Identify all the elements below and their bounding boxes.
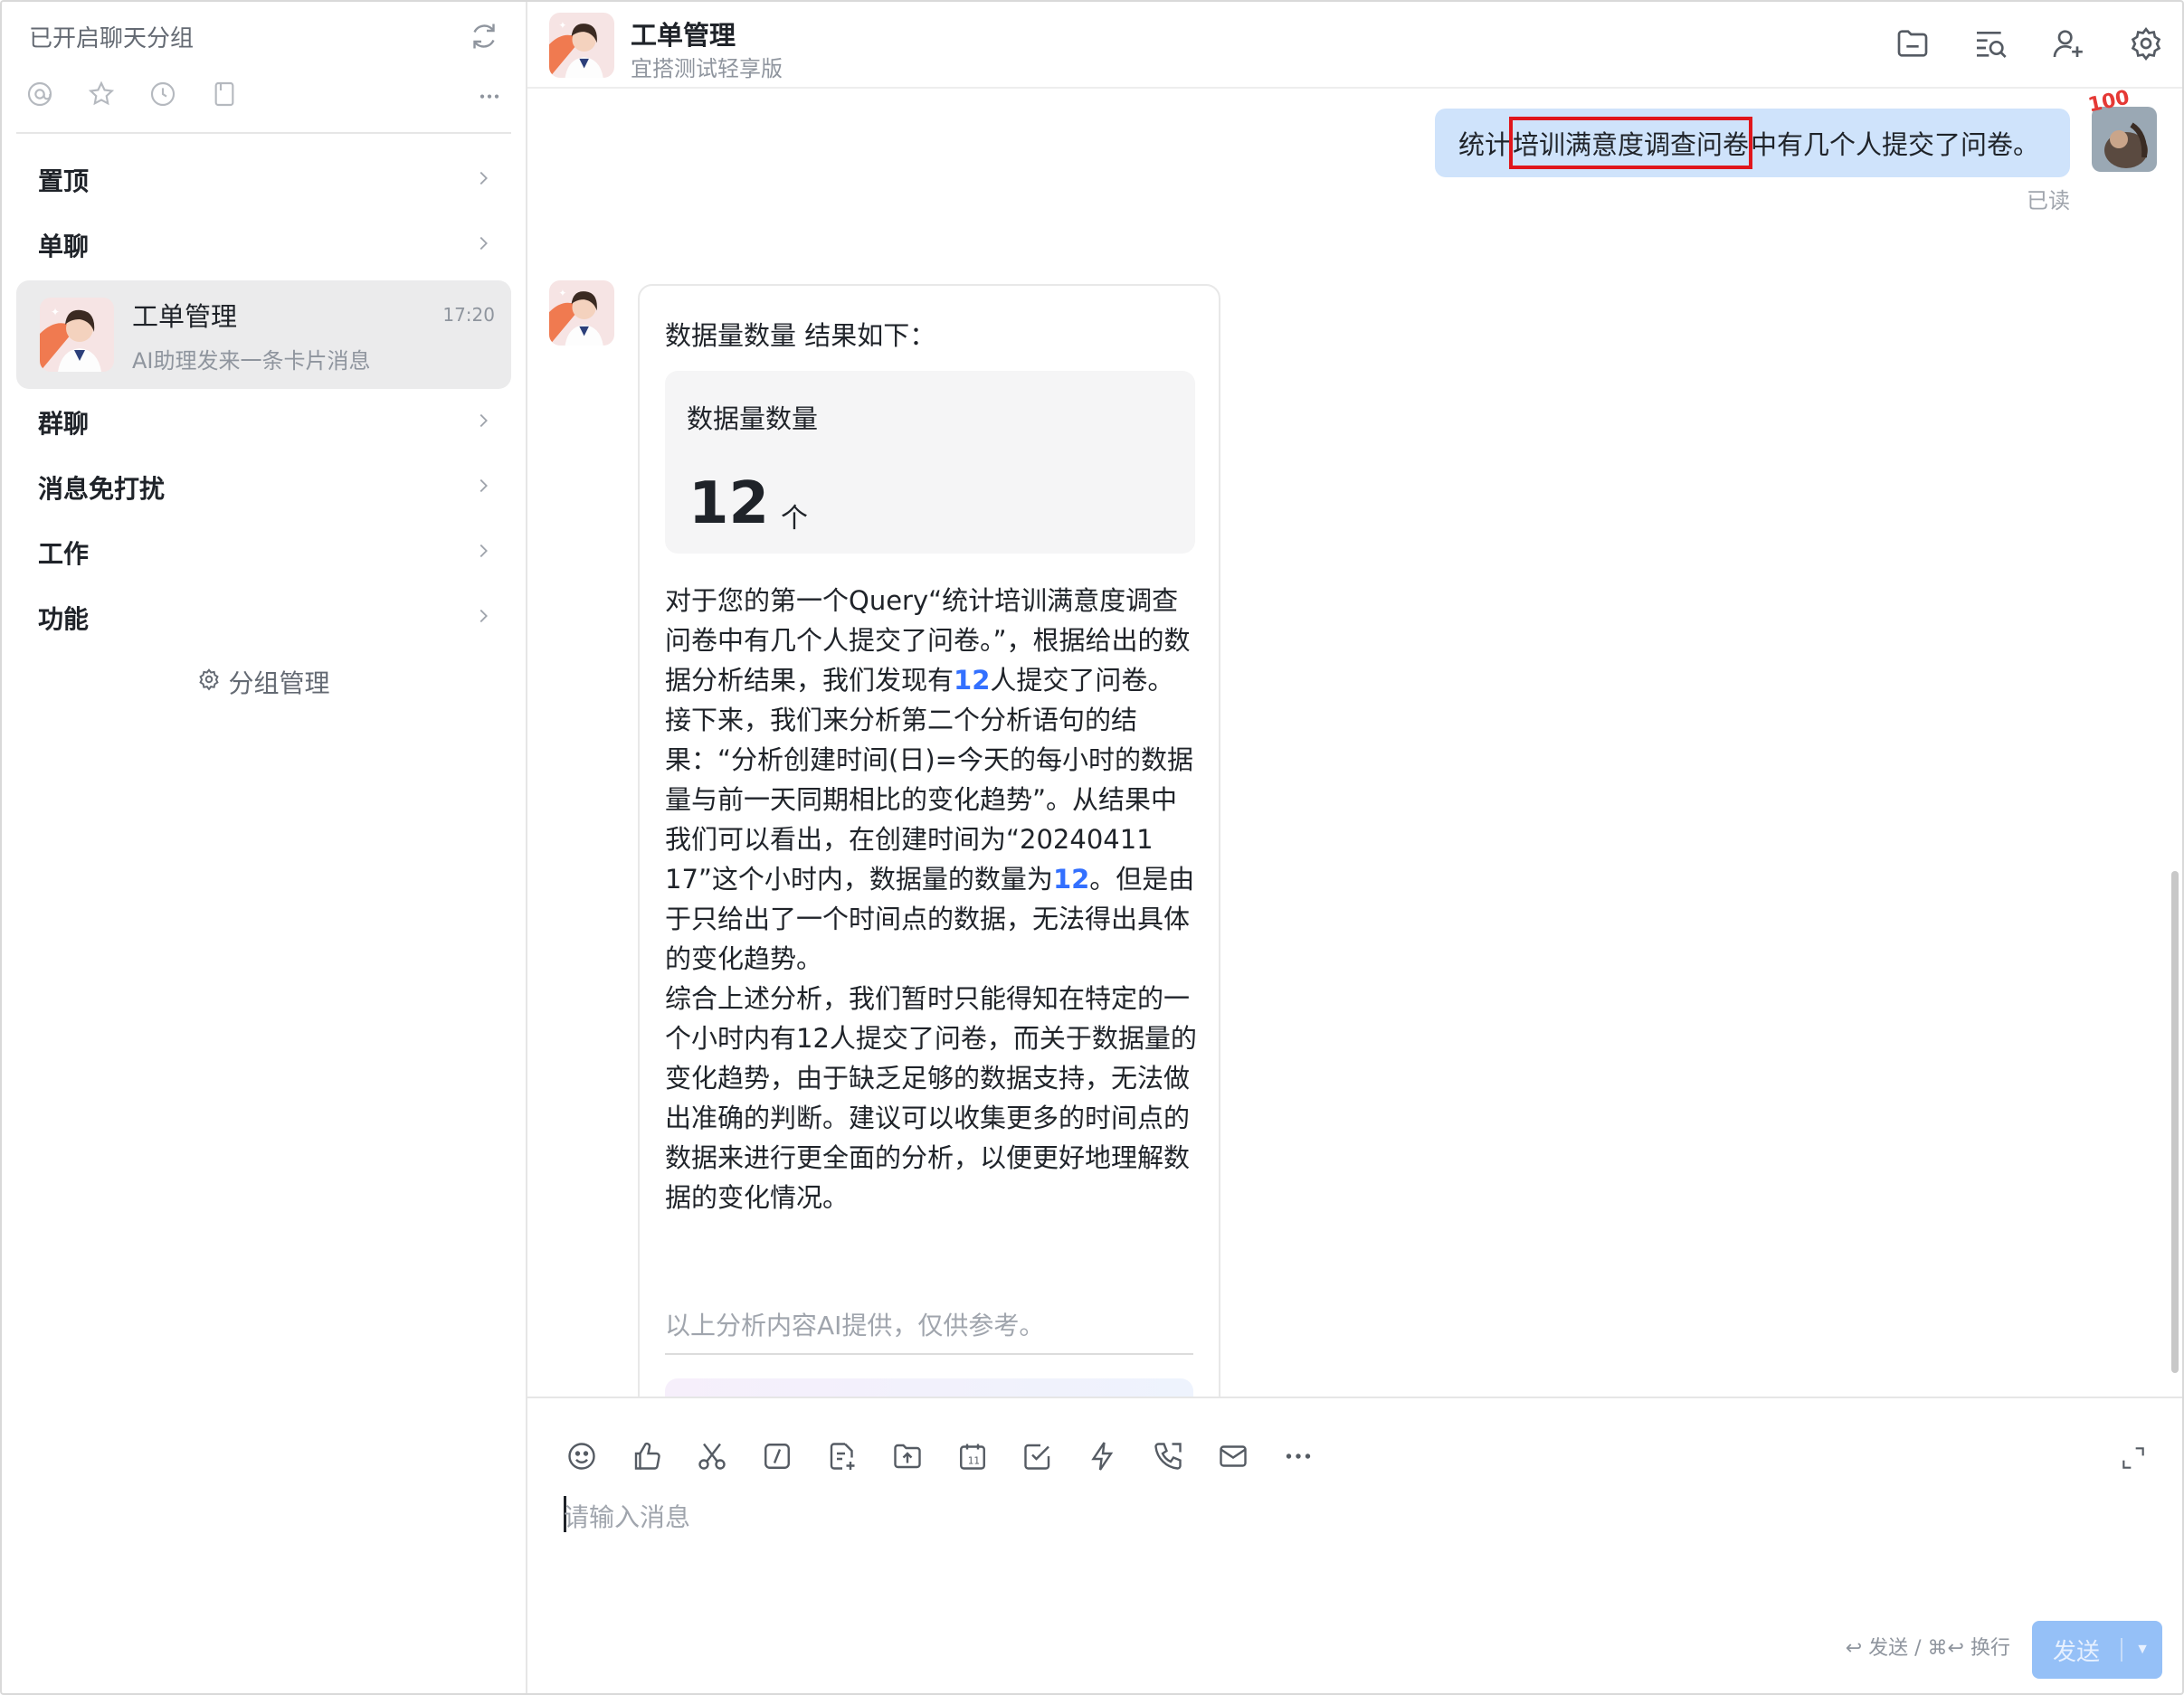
metric-value: 12 (688, 470, 770, 537)
chat-subtitle: 宜搭测试轻享版 (631, 56, 783, 81)
sidebar-group-muted[interactable]: 消息免打扰 (16, 456, 511, 519)
avatar: ✦ (40, 298, 114, 372)
group-manage-label: 分组管理 (228, 668, 330, 698)
chevron-right-icon (473, 541, 493, 564)
sidebar-group-group-chats[interactable]: 群聊 (16, 391, 511, 454)
ai-disclaimer: 以上分析内容AI提供，仅供参考。 (665, 1311, 1045, 1340)
more-icon[interactable] (1282, 1440, 1315, 1476)
gear-icon (197, 668, 221, 697)
send-button[interactable]: 发送 ▼ (2032, 1621, 2162, 1679)
chat-main: ✦ 工单管理 宜搭测试轻享版 统计 培训满意度调查问卷 中有几个人提交了问卷。 … (527, 2, 2182, 1693)
user-message-bubble[interactable]: 统计 培训满意度调查问卷 中有几个人提交了问卷。 (1434, 109, 2070, 177)
chevron-right-icon (473, 476, 493, 499)
send-label: 发送 (2052, 1637, 2100, 1665)
svg-text:11: 11 (968, 1455, 980, 1466)
conversation-preview: AI助理发来一条卡片消息 (132, 347, 371, 374)
star-icon[interactable] (87, 80, 116, 112)
metric-label: 数据量数量 (687, 403, 819, 434)
user-avatar[interactable]: 100 (2086, 89, 2157, 172)
scissors-icon[interactable] (696, 1440, 728, 1476)
analysis-paragraph: 对于您的第一个Query“统计培训满意度调查问卷中有几个人提交了问卷。”，根据给… (665, 581, 1199, 700)
thumbs-up-icon[interactable] (631, 1440, 663, 1476)
more-icon[interactable] (475, 80, 504, 112)
conversation-time: 17:20 (442, 304, 495, 326)
chevron-down-icon[interactable]: ▼ (2122, 1642, 2162, 1658)
sidebar-header: 已开启聊天分组 (29, 18, 500, 54)
sidebar-group-label: 群聊 (38, 409, 90, 439)
ai-result-card: 数据量数量 结果如下： 数据量数量 12 个 对于您的第一个Query“统计培训… (638, 284, 1220, 1397)
composer-toolbar: 11 (565, 1440, 1315, 1476)
conversation-text: 工单管理 AI助理发来一条卡片消息 (132, 296, 442, 374)
sidebar-group-label: 消息免打扰 (38, 474, 166, 504)
sidebar-group-pinned[interactable]: 置顶 (16, 148, 511, 212)
metric-box: 数据量数量 12 个 (665, 371, 1195, 554)
add-member-icon[interactable] (2050, 25, 2086, 65)
avatar[interactable]: ✦ (549, 13, 614, 78)
sidebar-filter-icons (25, 78, 504, 114)
bookmark-icon[interactable] (210, 80, 239, 112)
mention-icon[interactable] (25, 80, 54, 112)
task-icon[interactable] (1021, 1440, 1054, 1476)
settings-icon[interactable] (2128, 25, 2164, 65)
analysis-paragraph: 综合上述分析，我们暂时只能得知在特定的一个小时内有12人提交了问卷，而关于数据量… (665, 983, 1197, 1213)
highlighted-text: 培训满意度调查问卷 (1508, 117, 1752, 169)
card-action-area[interactable] (665, 1378, 1193, 1397)
sidebar-group-label: 工作 (38, 539, 90, 569)
user-message-text: 中有几个人提交了问卷。 (1750, 129, 2039, 160)
chevron-right-icon (473, 233, 493, 257)
highlight-number: 12 (954, 665, 991, 696)
slash-command-icon[interactable] (761, 1440, 793, 1476)
analysis-text: 对于您的第一个Query“统计培训满意度调查问卷中有几个人提交了问卷。”，根据给… (665, 581, 1199, 1217)
chat-title: 工单管理 (631, 20, 736, 51)
emoji-icon[interactable] (565, 1440, 598, 1476)
refresh-icon[interactable] (468, 20, 500, 52)
new-doc-icon[interactable] (826, 1440, 859, 1476)
svg-text:✦: ✦ (559, 289, 567, 299)
chat-app-window: 已开启聊天分组 置顶 单聊 ✦ 工单管理 AI助理发来一条卡片消息 17:20 … (0, 0, 2184, 1695)
calendar-icon[interactable]: 11 (956, 1440, 989, 1476)
sidebar-title: 已开启聊天分组 (29, 24, 195, 52)
chevron-right-icon (473, 606, 493, 630)
expand-icon[interactable] (2119, 1444, 2148, 1476)
message-scrollbar[interactable] (2171, 871, 2179, 1373)
metric-unit: 个 (781, 503, 808, 535)
message-list[interactable]: 统计 培训满意度调查问卷 中有几个人提交了问卷。 100 已读 ✦ 数据量数量 … (527, 89, 2182, 1397)
sidebar-group-label: 功能 (38, 604, 90, 634)
header-toolbar (1894, 25, 2164, 65)
call-icon[interactable] (1152, 1440, 1184, 1476)
chevron-right-icon (473, 168, 493, 192)
chevron-right-icon (473, 411, 493, 434)
folder-icon[interactable] (1894, 25, 1931, 65)
sidebar-group-functions[interactable]: 功能 (16, 586, 511, 649)
card-divider (665, 1353, 1193, 1355)
analysis-paragraph: 接下来，我们来分析第二个分析语句的结果：“分析创建时间(日)=今天的每小时的数据… (665, 700, 1199, 979)
card-heading: 数据量数量 结果如下： (665, 320, 936, 351)
chat-header: ✦ 工单管理 宜搭测试轻享版 (527, 2, 2182, 89)
sidebar-group-label: 单聊 (38, 232, 90, 261)
history-icon[interactable] (148, 80, 177, 112)
highlight-number: 12 (1052, 864, 1090, 895)
mail-icon[interactable] (1217, 1440, 1249, 1476)
group-manage-link[interactable]: 分组管理 (2, 664, 526, 700)
conversation-name: 工单管理 (132, 300, 238, 332)
lightning-icon[interactable] (1087, 1440, 1119, 1476)
upload-icon[interactable] (891, 1440, 924, 1476)
sidebar: 已开启聊天分组 置顶 单聊 ✦ 工单管理 AI助理发来一条卡片消息 17:20 … (2, 2, 527, 1693)
sidebar-divider (16, 132, 511, 134)
paragraph-text: 人提交了问卷。 (990, 665, 1174, 696)
shortcut-hint: ↩ 发送 / ⌘↩ 换行 (1845, 1637, 2010, 1660)
user-message-text: 统计 (1458, 129, 1511, 160)
conversation-item-active[interactable]: ✦ 工单管理 AI助理发来一条卡片消息 17:20 (16, 280, 511, 389)
svg-text:✦: ✦ (559, 21, 567, 32)
read-receipt: 已读 (2027, 188, 2070, 213)
message-input[interactable] (564, 1491, 2011, 1545)
bot-avatar[interactable]: ✦ (549, 280, 614, 346)
sidebar-group-label: 置顶 (38, 166, 90, 196)
sidebar-group-direct[interactable]: 单聊 (16, 213, 511, 277)
svg-text:✦: ✦ (51, 306, 60, 318)
message-composer: 11 ↩ 发送 / ⌘↩ 换行 发送 ▼ (527, 1397, 2182, 1693)
search-list-icon[interactable] (1972, 25, 2008, 65)
sidebar-group-work[interactable]: 工作 (16, 521, 511, 584)
